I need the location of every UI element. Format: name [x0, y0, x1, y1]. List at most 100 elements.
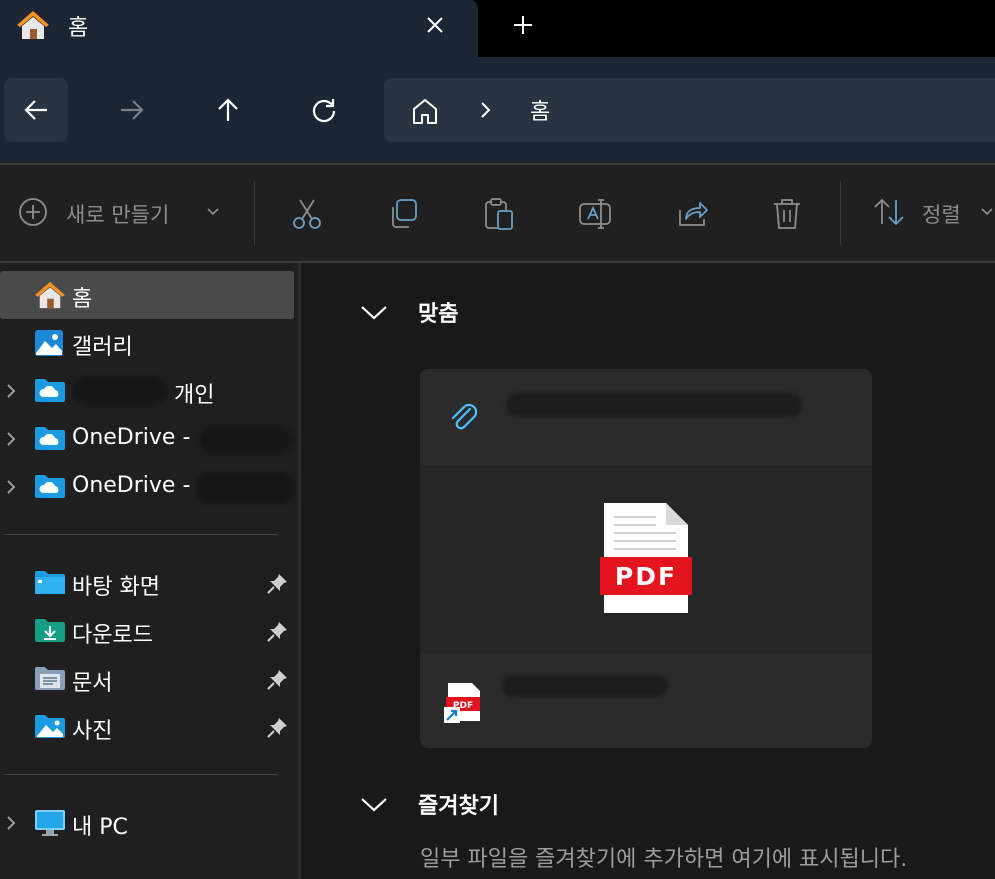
- sidebar-item-downloads[interactable]: 다운로드: [0, 607, 294, 655]
- sidebar-item-this-pc[interactable]: 내 PC: [0, 799, 294, 847]
- paperclip-icon: [448, 399, 478, 433]
- copy-button[interactable]: [386, 165, 420, 261]
- favorites-section-header[interactable]: 즐겨찾기: [360, 784, 600, 824]
- sidebar-item-label: OneDrive -: [72, 425, 191, 450]
- home-icon[interactable]: [410, 96, 440, 126]
- sidebar-item-home[interactable]: 홈: [0, 271, 294, 319]
- sidebar-item-pictures[interactable]: 사진: [0, 703, 294, 751]
- sidebar-item-documents[interactable]: 문서: [0, 655, 294, 703]
- cloud-folder-icon: [34, 377, 65, 405]
- recommended-section-header[interactable]: 맞춤: [360, 292, 560, 332]
- sort-icon: [874, 198, 904, 226]
- copy-icon: [392, 199, 417, 228]
- close-icon[interactable]: [420, 10, 450, 40]
- breadcrumb-current[interactable]: 홈: [530, 94, 550, 126]
- sidebar-item-label: 갤러리: [72, 335, 133, 360]
- pin-icon[interactable]: [266, 717, 288, 739]
- cut-button[interactable]: [290, 165, 326, 261]
- chevron-right-icon[interactable]: [4, 431, 18, 447]
- redacted-text: [200, 427, 292, 453]
- back-button[interactable]: [4, 78, 68, 142]
- refresh-icon: [312, 99, 336, 123]
- chevron-down-icon: [981, 208, 993, 216]
- sort-button[interactable]: 정렬: [872, 165, 995, 261]
- new-button[interactable]: 새로 만들기: [10, 165, 230, 261]
- delete-button[interactable]: [772, 165, 802, 261]
- sort-label: 정렬: [922, 203, 961, 227]
- sidebar-item-label: OneDrive -: [72, 473, 191, 498]
- separator: [4, 774, 278, 775]
- rename-button[interactable]: [578, 165, 612, 261]
- tab-title: 홈: [68, 16, 89, 41]
- sidebar-item-label: 문서: [72, 671, 113, 696]
- address-bar[interactable]: 홈: [384, 78, 995, 142]
- section-title: 맞춤: [418, 302, 459, 327]
- paste-button[interactable]: [482, 165, 516, 261]
- separator: [254, 181, 255, 245]
- plus-circle-icon: [19, 198, 47, 226]
- pin-icon[interactable]: [266, 669, 288, 691]
- home-icon: [34, 281, 65, 309]
- sidebar-item-label: 내 PC: [72, 815, 128, 840]
- separator: [840, 181, 841, 245]
- refresh-button[interactable]: [292, 78, 356, 142]
- up-button[interactable]: [196, 78, 260, 142]
- chevron-right-icon[interactable]: [478, 96, 494, 124]
- pane-splitter[interactable]: [298, 263, 301, 879]
- desktop-folder-icon: [34, 569, 65, 597]
- section-title: 즐겨찾기: [418, 794, 499, 819]
- clipboard-icon: [485, 198, 513, 230]
- cloud-folder-icon: [34, 473, 65, 501]
- gallery-icon: [34, 329, 64, 357]
- sidebar-item-label: 바탕 화면: [72, 575, 160, 600]
- redacted-text: [502, 675, 668, 697]
- sidebar-item-label: 다운로드: [72, 623, 153, 648]
- new-button-label: 새로 만들기: [66, 203, 170, 227]
- share-button[interactable]: [676, 165, 710, 261]
- sidebar-item-onedrive-1[interactable]: OneDrive -: [0, 415, 294, 463]
- sidebar-item-gallery[interactable]: 갤러리: [0, 319, 294, 367]
- redacted-text: [506, 393, 802, 417]
- arrow-up-icon: [218, 98, 238, 121]
- sidebar-item-onedrive-2[interactable]: OneDrive -: [0, 463, 294, 511]
- pictures-folder-icon: [34, 713, 65, 741]
- command-bar: 새로 만들기 정렬: [0, 165, 995, 261]
- plus-icon[interactable]: [508, 10, 538, 40]
- chevron-right-icon[interactable]: [4, 815, 18, 831]
- redacted-text: [196, 473, 294, 503]
- sidebar-item-onedrive-personal[interactable]: 개인: [0, 367, 294, 415]
- separator: [4, 534, 278, 535]
- chevron-right-icon[interactable]: [4, 479, 18, 495]
- chevron-right-icon[interactable]: [4, 383, 18, 399]
- file-preview: PDF: [420, 465, 872, 653]
- scissors-icon: [293, 199, 321, 229]
- share-icon: [679, 202, 708, 226]
- arrow-right-icon: [121, 100, 144, 120]
- sidebar-item-desktop[interactable]: 바탕 화면: [0, 559, 294, 607]
- navigation-pane: 홈 갤러리 개인 OneDrive - OneDrive - 바탕 화면 다운로…: [0, 263, 298, 879]
- forward-button[interactable]: [100, 78, 164, 142]
- home-icon: [16, 10, 50, 40]
- tab-home[interactable]: 홈: [0, 0, 478, 57]
- pin-icon[interactable]: [266, 573, 288, 595]
- pdf-file-icon: PDF: [600, 501, 692, 615]
- computer-icon: [34, 809, 65, 837]
- arrow-left-icon: [24, 100, 47, 120]
- sidebar-item-label: 개인: [174, 383, 215, 408]
- pin-icon[interactable]: [266, 621, 288, 643]
- trash-icon: [774, 199, 800, 229]
- favorites-empty-message: 일부 파일을 즐겨찾기에 추가하면 여기에 표시됩니다.: [420, 847, 908, 872]
- cloud-folder-icon: [34, 425, 65, 453]
- sidebar-item-label: 홈: [72, 287, 93, 312]
- documents-folder-icon: [34, 665, 65, 693]
- recommended-file-card[interactable]: PDF PDF: [420, 369, 872, 748]
- redacted-text: [74, 377, 166, 405]
- title-bar: 홈: [0, 0, 995, 57]
- chevron-down-icon[interactable]: [360, 794, 388, 814]
- download-folder-icon: [34, 617, 65, 645]
- sidebar-item-label: 사진: [72, 719, 113, 744]
- navigation-bar: 홈: [0, 57, 995, 163]
- pdf-shortcut-icon: PDF: [444, 681, 482, 723]
- chevron-down-icon: [207, 208, 219, 216]
- chevron-down-icon[interactable]: [360, 302, 388, 322]
